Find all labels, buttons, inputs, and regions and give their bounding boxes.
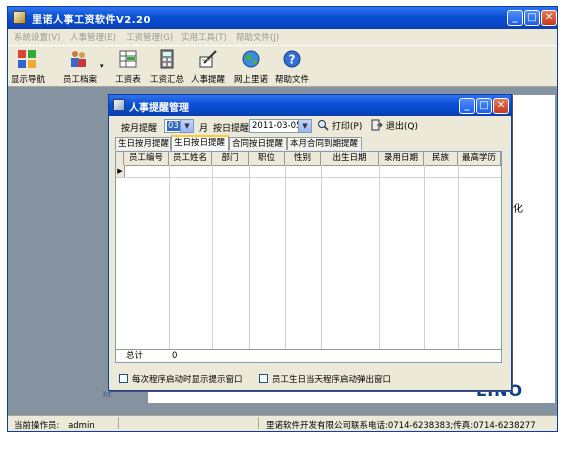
dialog-close-button[interactable]: ✕ [493,98,509,114]
main-titlebar: 里诺人事工资软件V2.20 _ □ ✕ [8,7,557,29]
menu-system[interactable]: 系统设置(V) [14,31,60,43]
operator-label: 当前操作员: admin [14,421,95,431]
reminder-pen-icon [199,50,217,68]
grid-line [169,165,170,349]
print-preview-icon [318,120,329,131]
column-header[interactable]: 员工姓名 [169,152,212,165]
dialog-options: 每次程序启动时显示提示窗口 员工生日当天程序启动弹出窗口 [109,367,511,389]
grid-header: 员工编号 员工姓名 部门 职位 性别 出生日期 录用日期 民族 最高学历 [116,152,501,166]
grid-line [285,165,286,349]
date-value: 2011-03-05 [252,121,302,131]
print-button[interactable]: 打印(P) [317,119,362,135]
globe-icon [242,50,260,68]
dialog-titlebar: 人事提醒管理 _ □ ✕ [109,95,511,116]
show-navigation-button[interactable]: 显示导航 [8,48,48,86]
background-url: ht [103,390,112,399]
app-icon [13,11,26,24]
people-files-icon [71,51,86,67]
statusbar: 当前操作员: admin 里诺软件开发有限公司联系电话:0714-6238383… [8,415,557,431]
calculator-icon [160,49,174,69]
startup-reminder-label: 每次程序启动时显示提示窗口 [132,375,243,385]
startup-reminder-checkbox[interactable] [119,374,128,383]
status-divider [258,417,259,429]
dialog-icon [113,99,125,111]
grid-line [321,165,322,349]
print-label: 打印(P) [331,122,363,132]
birthday-popup-label: 员工生日当天程序启动弹出窗口 [272,375,392,385]
total-label: 总计 [126,351,144,361]
menu-hr[interactable]: 人事管理(E) [70,31,116,43]
tab-birthday-monthly[interactable]: 生日按月提醒 [115,137,171,150]
help-icon: ? [283,50,301,68]
dialog-controls: 按月提醒 03 ▼ 月 按日提醒 2011-03-05 ▼ 打印(P) 退出(Q… [109,116,511,138]
chevron-down-icon[interactable]: ▼ [180,120,193,132]
grid-corner [116,152,124,165]
grid-line [458,165,459,349]
operator-name: admin [68,421,95,431]
exit-label: 退出(Q) [385,122,418,132]
employee-files-button[interactable]: 员工档案 [56,48,104,86]
month-unit: 月 [199,124,209,134]
status-divider [118,417,119,429]
chevron-down-icon[interactable]: ▾ [100,62,104,70]
navigation-grid-icon [18,50,36,68]
toolbar-label: 帮助文件 [274,75,309,85]
dialog-title: 人事提醒管理 [129,103,189,114]
grid-line [249,165,250,349]
spreadsheet-icon [119,50,137,68]
column-header[interactable]: 最高学历 [458,152,501,165]
menu-payroll[interactable]: 工资管理(G) [126,31,173,43]
month-select[interactable]: 03 ▼ [164,119,194,133]
svg-text:?: ? [289,53,296,67]
hr-reminder-dialog: 人事提醒管理 _ □ ✕ 按月提醒 03 ▼ 月 按日提醒 2011-03-05… [108,94,512,391]
tab-birthday-daily[interactable]: 生日按日提醒 [171,135,229,151]
exit-button[interactable]: 退出(Q) [371,119,418,135]
exit-door-icon [371,119,383,131]
employee-grid[interactable]: 员工编号 员工姓名 部门 职位 性别 出生日期 录用日期 民族 最高学历 ▶ 总… [115,151,502,363]
month-value: 03 [167,121,180,131]
company-contact: 里诺软件开发有限公司联系电话:0714-6238383;传真:0714-6238… [266,421,536,431]
column-header[interactable]: 部门 [212,152,249,165]
toolbar: 显示导航 员工档案 ▾ 工资表 工资汇总 人事提醒 网上里诺 ? 帮助文件 [8,45,557,87]
column-header[interactable]: 民族 [424,152,458,165]
app-title: 里诺人事工资软件V2.20 [32,15,151,26]
minimize-button[interactable]: _ [507,10,523,26]
month-label: 按月提醒 [121,124,158,134]
day-label: 按日提醒 [213,124,250,134]
close-button[interactable]: ✕ [541,10,557,26]
total-row: 总计 0 [116,349,501,362]
dialog-minimize-button[interactable]: _ [459,98,475,114]
background-text: 化 [513,204,523,215]
column-header[interactable]: 出生日期 [321,152,379,165]
help-files-button[interactable]: ? 帮助文件 [272,48,312,86]
grid-line [212,165,213,349]
table-row[interactable] [124,165,501,178]
chevron-down-icon[interactable]: ▼ [298,120,311,132]
menu-tools[interactable]: 实用工具(T) [181,31,227,43]
column-header[interactable]: 员工编号 [124,152,169,165]
maximize-button[interactable]: □ [524,10,540,26]
column-header[interactable]: 职位 [249,152,285,165]
column-header[interactable]: 性别 [285,152,321,165]
birthday-popup-checkbox[interactable] [259,374,268,383]
total-value: 0 [172,351,178,361]
dialog-maximize-button[interactable]: □ [476,98,492,114]
tab-contract-expiring[interactable]: 本月合同到期提醒 [287,137,362,150]
grid-line [424,165,425,349]
column-header[interactable]: 录用日期 [379,152,424,165]
tab-contract-daily[interactable]: 合同按日提醒 [229,137,287,150]
reminder-tabs: 生日按月提醒 生日按日提醒 合同按日提醒 本月合同到期提醒 [113,135,507,151]
menubar: 系统设置(V) 人事管理(E) 工资管理(G) 实用工具(T) 帮助文件(J) [8,29,557,45]
menu-help[interactable]: 帮助文件(J) [236,31,279,43]
grid-line [379,165,380,349]
date-picker[interactable]: 2011-03-05 ▼ [249,119,312,133]
